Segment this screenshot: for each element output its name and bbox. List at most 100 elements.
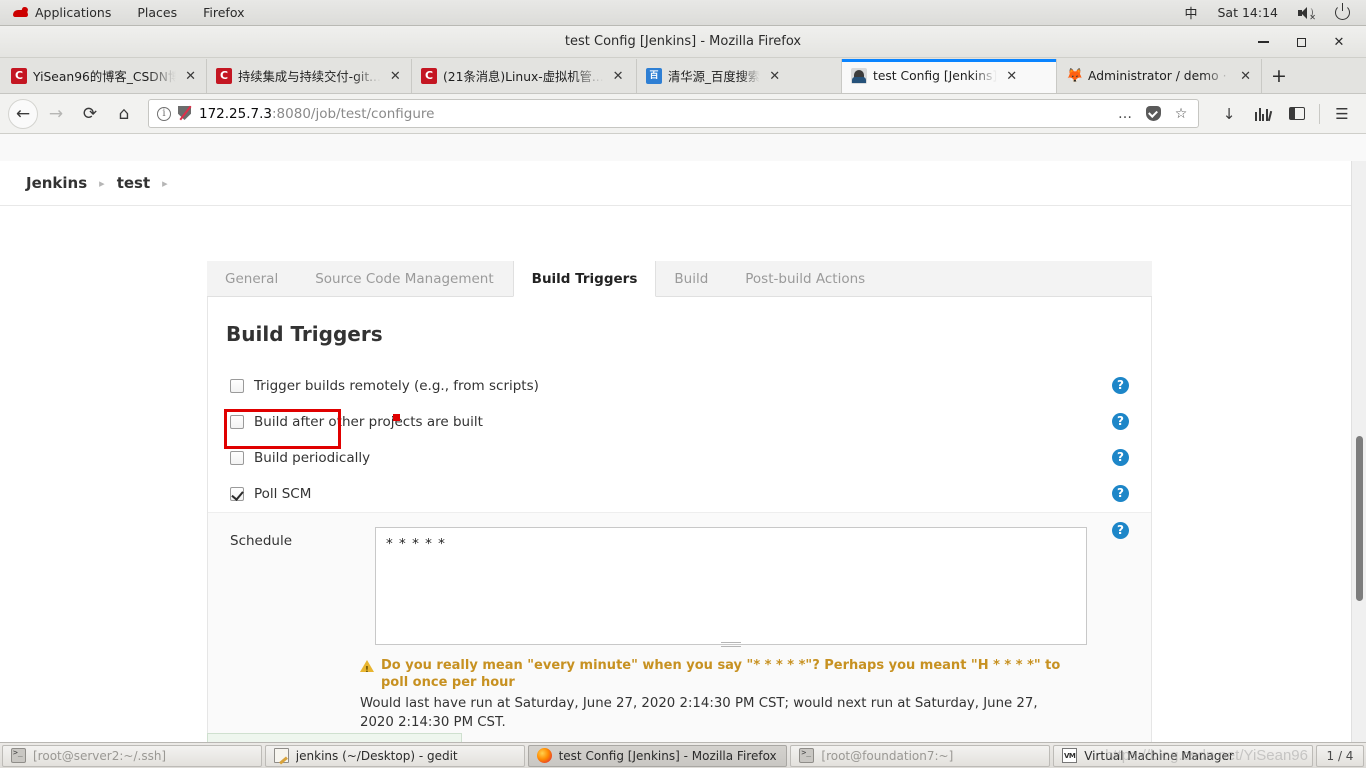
- taskbar-item-virtual-machine-manager[interactable]: Virtual Machine Manager: [1053, 744, 1313, 767]
- taskbar-item-label: jenkins (~/Desktop) - gedit: [295, 748, 458, 763]
- library-icon[interactable]: [1247, 99, 1279, 129]
- browser-tab-5-active[interactable]: test Config [Jenkins] ✕: [842, 59, 1057, 93]
- browser-tab-1[interactable]: C YiSean96的博客_CSDN博客 ✕: [2, 59, 207, 93]
- browser-tab-6[interactable]: 🦊 Administrator / demo · GitLab ✕: [1057, 59, 1262, 93]
- tab-build[interactable]: Build: [656, 261, 727, 296]
- back-button[interactable]: ←: [8, 98, 38, 129]
- help-icon[interactable]: ?: [1112, 522, 1129, 539]
- workspace-switcher[interactable]: 1 / 4: [1315, 744, 1364, 767]
- build-triggers-panel: Build Triggers Trigger builds remotely (…: [207, 297, 1152, 768]
- tab-label: (21条消息)Linux-虚拟机管...: [443, 70, 604, 84]
- help-icon[interactable]: ?: [1112, 413, 1129, 430]
- breadcrumb-separator-icon: ▸: [99, 176, 105, 190]
- tab-label: 清华源_百度搜索: [668, 70, 761, 84]
- annotation-marker-dot: [393, 414, 400, 421]
- tab-close-icon[interactable]: ✕: [1003, 69, 1020, 84]
- minimize-button[interactable]: [1244, 26, 1282, 58]
- forward-button: →: [48, 103, 64, 124]
- home-button[interactable]: ⌂: [108, 99, 140, 129]
- url-bar[interactable]: i 172.25.7.3:8080/job/test/configure … ☆: [148, 99, 1199, 128]
- tab-general[interactable]: General: [207, 261, 297, 296]
- page-actions-icon[interactable]: …: [1112, 101, 1138, 127]
- tab-close-icon[interactable]: ✕: [1237, 69, 1254, 84]
- taskbar-item-terminal-foundation7[interactable]: [root@foundation7:~]: [790, 744, 1051, 767]
- checkbox-poll-scm[interactable]: [230, 487, 244, 501]
- site-info-icon[interactable]: i: [157, 106, 171, 121]
- gedit-icon: [273, 748, 289, 763]
- power-menu[interactable]: [1325, 0, 1360, 26]
- gnome-status-group: 中 Sat 14:14 ✕: [1174, 0, 1366, 26]
- pocket-icon[interactable]: [1140, 101, 1166, 127]
- gitlab-icon: 🦊: [1066, 68, 1084, 84]
- tab-close-icon[interactable]: ✕: [766, 69, 783, 84]
- bookmark-star-icon[interactable]: ☆: [1168, 101, 1194, 127]
- places-menu[interactable]: Places: [124, 0, 190, 26]
- taskbar-item-gedit[interactable]: jenkins (~/Desktop) - gedit: [264, 744, 525, 767]
- tab-label: YiSean96的博客_CSDN博客: [33, 70, 177, 84]
- maximize-button[interactable]: [1282, 26, 1320, 58]
- help-icon[interactable]: ?: [1112, 449, 1129, 466]
- schedule-textarea[interactable]: [375, 527, 1087, 645]
- tab-close-icon[interactable]: ✕: [182, 69, 199, 84]
- help-icon[interactable]: ?: [1112, 377, 1129, 394]
- breadcrumb: Jenkins ▸ test ▸: [0, 161, 1366, 206]
- firefox-menu[interactable]: Firefox: [190, 0, 257, 26]
- redhat-logo-icon: [13, 7, 28, 19]
- page-scrollbar[interactable]: [1351, 161, 1366, 768]
- trigger-row-after-projects[interactable]: Build after other projects are built ?: [208, 404, 1151, 440]
- trigger-checkbox-list: Trigger builds remotely (e.g., from scri…: [208, 368, 1151, 512]
- input-method-indicator[interactable]: 中: [1174, 0, 1207, 26]
- url-action-group: … ☆: [1112, 101, 1194, 127]
- reload-button[interactable]: ⟳: [74, 99, 106, 129]
- help-icon[interactable]: ?: [1112, 485, 1129, 502]
- url-path: :8080/job/test/configure: [272, 105, 435, 122]
- scrollbar-thumb[interactable]: [1356, 436, 1363, 601]
- tab-post-build-actions[interactable]: Post-build Actions: [727, 261, 884, 296]
- breadcrumb-item-jenkins[interactable]: Jenkins: [26, 174, 87, 192]
- checkbox-build-periodically[interactable]: [230, 451, 244, 465]
- breadcrumb-separator-icon[interactable]: ▸: [150, 177, 180, 190]
- textarea-resize-handle[interactable]: [721, 642, 741, 647]
- trigger-row-periodically[interactable]: Build periodically ?: [208, 440, 1151, 476]
- toolbar-divider: [1319, 103, 1320, 124]
- checkbox-trigger-builds-remotely[interactable]: [230, 379, 244, 393]
- browser-tab-4[interactable]: 百 清华源_百度搜索 ✕: [637, 59, 842, 93]
- sidebar-icon[interactable]: [1281, 99, 1313, 129]
- taskbar-item-terminal-server2[interactable]: [root@server2:~/.ssh]: [2, 744, 262, 767]
- schedule-section: Schedule ? Do you really mean "every min…: [208, 512, 1151, 768]
- config-body: General Source Code Management Build Tri…: [0, 206, 1366, 768]
- close-button[interactable]: ✕: [1320, 26, 1358, 58]
- clock[interactable]: Sat 14:14: [1208, 0, 1289, 26]
- trigger-label: Build after other projects are built: [254, 414, 483, 430]
- clock-label: Sat 14:14: [1217, 5, 1279, 20]
- places-menu-label: Places: [137, 5, 178, 20]
- tracking-protection-disabled-icon[interactable]: [178, 106, 192, 121]
- navigation-toolbar: ← → ⟳ ⌂ i 172.25.7.3:8080/job/test/confi…: [0, 94, 1366, 134]
- firefox-icon: [536, 748, 552, 763]
- checkbox-build-after-other-projects[interactable]: [230, 415, 244, 429]
- tab-close-icon[interactable]: ✕: [387, 69, 404, 84]
- gnome-menu-group: Applications Places Firefox: [0, 0, 257, 26]
- breadcrumb-item-test[interactable]: test: [117, 174, 150, 192]
- window-titlebar: test Config [Jenkins] - Mozilla Firefox …: [0, 26, 1366, 58]
- applications-menu[interactable]: Applications: [0, 0, 124, 26]
- schedule-label: Schedule: [230, 533, 293, 549]
- downloads-icon[interactable]: ↓: [1213, 99, 1245, 129]
- hamburger-menu-icon[interactable]: ☰: [1326, 99, 1358, 129]
- browser-tab-2[interactable]: C 持续集成与持续交付-git... ✕: [207, 59, 412, 93]
- trigger-row-poll-scm[interactable]: Poll SCM ?: [208, 476, 1151, 512]
- trigger-row-remote[interactable]: Trigger builds remotely (e.g., from scri…: [208, 368, 1151, 404]
- new-tab-button[interactable]: +: [1262, 59, 1296, 93]
- browser-tab-3[interactable]: C (21条消息)Linux-虚拟机管... ✕: [412, 59, 637, 93]
- taskbar-item-label: [root@server2:~/.ssh]: [33, 748, 167, 763]
- tab-label: Administrator / demo · GitLab: [1088, 69, 1231, 83]
- tab-source-code-management[interactable]: Source Code Management: [297, 261, 512, 296]
- volume-menu[interactable]: ✕: [1288, 0, 1325, 26]
- gnome-top-bar: Applications Places Firefox 中 Sat 14:14 …: [0, 0, 1366, 26]
- tab-build-triggers[interactable]: Build Triggers: [512, 261, 657, 297]
- schedule-row: Schedule ?: [208, 522, 1151, 649]
- taskbar-item-firefox[interactable]: test Config [Jenkins] - Mozilla Firefox: [527, 744, 788, 767]
- tab-close-icon[interactable]: ✕: [610, 69, 627, 84]
- terminal-icon: [799, 748, 815, 763]
- trigger-label: Trigger builds remotely (e.g., from scri…: [254, 378, 539, 394]
